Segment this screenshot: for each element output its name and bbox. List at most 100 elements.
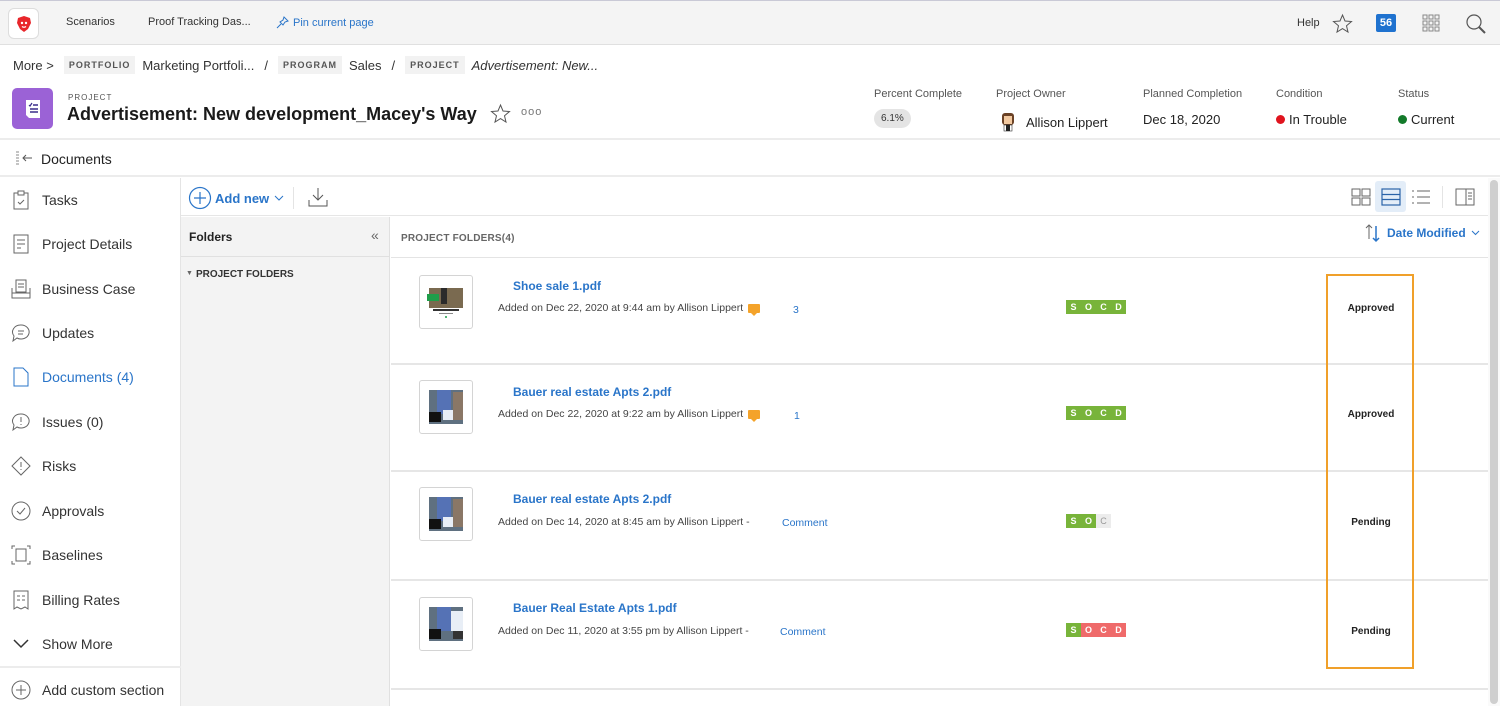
sidebar-item-label: Risks (42, 458, 77, 474)
project-type-label: PROJECT (68, 93, 113, 102)
comment-link[interactable]: Comment (780, 626, 826, 638)
document-thumbnail[interactable] (419, 487, 473, 541)
issue-icon (11, 412, 31, 432)
baseline-icon (11, 545, 31, 565)
sidebar-item-issues[interactable]: Issues (0) (0, 402, 181, 442)
approval-stages[interactable]: SOCD (1066, 623, 1126, 637)
document-name-link[interactable]: Shoe sale 1.pdf (513, 279, 601, 293)
section-title: Documents (41, 151, 112, 167)
more-options-button[interactable]: ooo (521, 106, 542, 118)
stage-d: D (1111, 623, 1126, 637)
stage-c: C (1096, 623, 1111, 637)
pin-current-page[interactable]: Pin current page (276, 16, 374, 29)
app-logo[interactable] (8, 8, 39, 39)
document-row[interactable]: Bauer Real Estate Apts 1.pdf Added on De… (391, 581, 1488, 690)
breadcrumb-portfolio[interactable]: Marketing Portfoli... (142, 58, 254, 73)
caret-down-icon: ▼ (186, 270, 193, 277)
sidebar-item-label: Show More (42, 636, 113, 652)
sidebar-item-tasks[interactable]: Tasks (0, 180, 181, 220)
details-panel-button[interactable] (1449, 181, 1480, 212)
folders-panel: Folders « ▼ PROJECT FOLDERS (181, 217, 390, 706)
panel-toggle-icon (1455, 188, 1474, 205)
document-thumbnail[interactable] (419, 380, 473, 434)
comment-count[interactable]: 1 (794, 410, 800, 422)
stage-o: O (1081, 623, 1096, 637)
add-custom-section-button[interactable]: Add custom section (0, 670, 181, 710)
document-thumbnail[interactable] (419, 597, 473, 651)
add-new-label: Add new (215, 190, 270, 206)
list-view-button[interactable] (1405, 181, 1436, 212)
search-icon[interactable] (1465, 13, 1487, 35)
sidebar-item-label: Issues (0) (42, 414, 104, 430)
document-name-link[interactable]: Bauer real estate Apts 2.pdf (513, 385, 671, 399)
thumbnail-image (427, 288, 463, 318)
approval-stages[interactable]: SOCD (1066, 300, 1126, 314)
chevron-down-icon (11, 634, 31, 654)
sidebar-item-label: Approvals (42, 503, 105, 519)
sidebar-item-label: Business Case (42, 281, 136, 297)
sidebar-item-risks[interactable]: Risks (0, 446, 181, 486)
sidebar-item-business-case[interactable]: Business Case (0, 269, 181, 309)
stage-s: S (1066, 623, 1081, 637)
add-custom-section-label: Add custom section (42, 682, 165, 698)
project-owner-value[interactable]: Allison Lippert (1026, 115, 1108, 130)
collapse-folders-icon[interactable]: « (371, 227, 379, 243)
breadcrumb: More > PORTFOLIO Marketing Portfoli... /… (13, 55, 608, 75)
sidebar-item-approvals[interactable]: Approvals (0, 491, 181, 531)
apps-grid-icon[interactable] (1422, 14, 1440, 32)
sidebar-item-project-details[interactable]: Project Details (0, 224, 181, 264)
stage-s: S (1066, 514, 1081, 528)
collapse-sidebar-icon[interactable] (15, 151, 35, 167)
percent-complete-label: Percent Complete (874, 88, 963, 100)
document-row[interactable]: Shoe sale 1.pdf Added on Dec 22, 2020 at… (391, 258, 1488, 365)
document-thumbnail[interactable] (419, 275, 473, 329)
nav-scenarios[interactable]: Scenarios (66, 16, 115, 28)
scrollbar[interactable] (1488, 178, 1500, 706)
condition-label: Condition (1276, 88, 1323, 100)
status-value[interactable]: Current (1411, 112, 1454, 127)
condition-value[interactable]: In Trouble (1289, 112, 1347, 127)
pin-icon (276, 16, 289, 29)
sidebar-item-billing-rates[interactable]: Billing Rates (0, 580, 181, 620)
help-link[interactable]: Help (1297, 17, 1320, 29)
sidebar-item-updates[interactable]: Updates (0, 313, 181, 353)
comment-link[interactable]: Comment (782, 517, 828, 529)
sort-dropdown[interactable]: Date Modified (1363, 223, 1480, 243)
add-new-button[interactable]: Add new (188, 186, 284, 210)
document-row[interactable]: Bauer real estate Apts 2.pdf Added on De… (391, 472, 1488, 581)
approval-stages[interactable]: SOC (1066, 514, 1111, 528)
document-meta: Added on Dec 14, 2020 at 8:45 am by Alli… (498, 516, 750, 528)
row-view-button[interactable] (1375, 181, 1406, 212)
planned-completion-value: Dec 18, 2020 (1143, 112, 1221, 127)
breadcrumb-more[interactable]: More > (13, 58, 54, 73)
sidebar-item-documents[interactable]: Documents (4) (0, 357, 181, 397)
thumbnail-image (429, 390, 463, 424)
grid-view-button[interactable] (1345, 181, 1376, 212)
scrollbar-thumb[interactable] (1490, 180, 1498, 704)
star-icon[interactable] (1332, 13, 1353, 34)
document-meta: Added on Dec 22, 2020 at 9:44 am by Alli… (498, 302, 744, 314)
document-row[interactable]: Bauer real estate Apts 2.pdf Added on De… (391, 365, 1488, 472)
top-bar: Scenarios Proof Tracking Das... Pin curr… (0, 0, 1500, 45)
folder-project-folders[interactable]: ▼ PROJECT FOLDERS (186, 269, 294, 280)
favorite-star-icon[interactable] (490, 103, 511, 124)
notification-badge[interactable]: 56 (1376, 14, 1396, 32)
document-name-link[interactable]: Bauer real estate Apts 2.pdf (513, 492, 671, 506)
nav-proof-tracking[interactable]: Proof Tracking Das... (148, 16, 251, 28)
breadcrumb-project: Advertisement: New... (471, 57, 599, 73)
lion-logo-icon (16, 15, 31, 32)
section-header: Documents (0, 140, 1500, 177)
show-more-button[interactable]: Show More (0, 624, 181, 664)
download-icon[interactable] (308, 187, 328, 207)
stage-o: O (1081, 514, 1096, 528)
owner-avatar[interactable] (999, 112, 1017, 132)
breadcrumb-program[interactable]: Sales (349, 58, 382, 73)
approval-status: Approved (1347, 409, 1395, 420)
stage-c: C (1096, 406, 1111, 420)
stage-s: S (1066, 300, 1081, 314)
document-name-link[interactable]: Bauer Real Estate Apts 1.pdf (513, 601, 677, 615)
comment-count[interactable]: 3 (793, 304, 799, 316)
status-dot-icon (1398, 115, 1407, 124)
sidebar-item-baselines[interactable]: Baselines (0, 535, 181, 575)
approval-stages[interactable]: SOCD (1066, 406, 1126, 420)
